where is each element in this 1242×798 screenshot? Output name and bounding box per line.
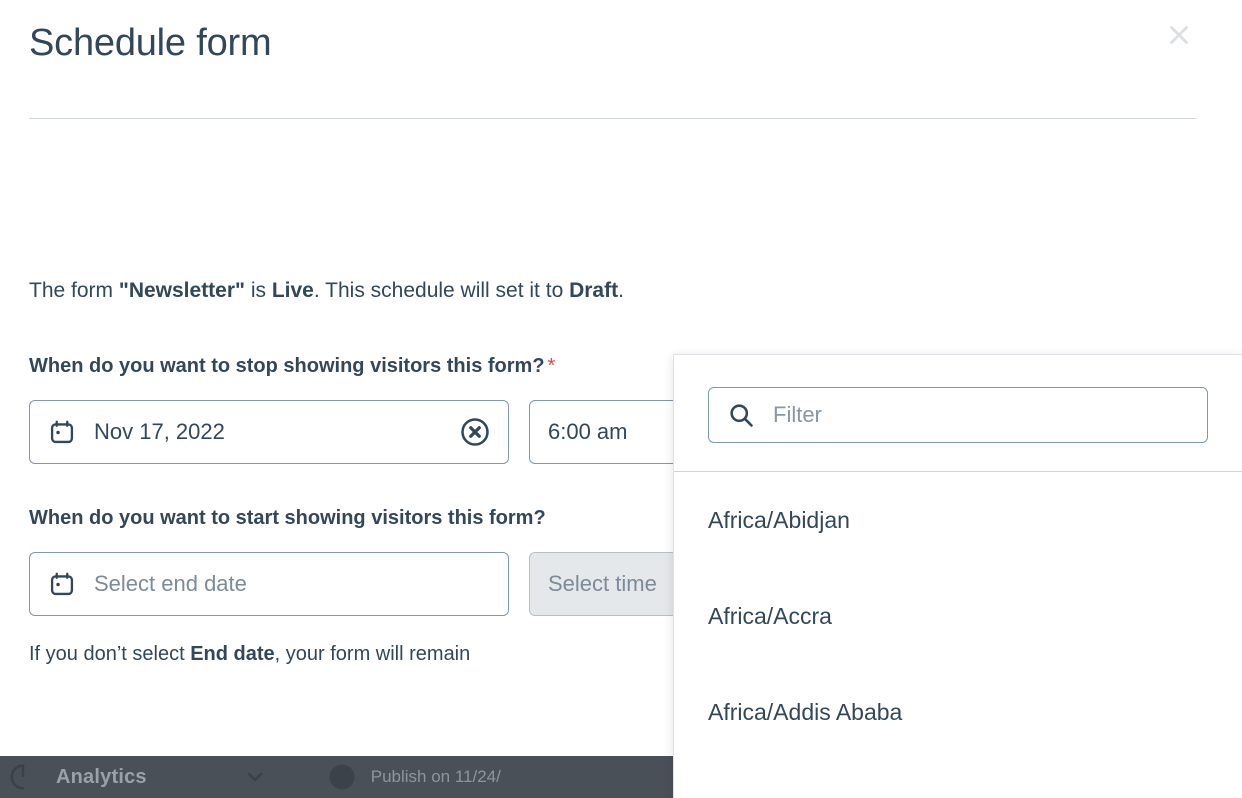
timezone-dropdown-panel: Africa/Abidjan Africa/Accra Africa/Addis… xyxy=(673,354,1242,798)
screen: Analytics Publish on 11/24/ Schedule for… xyxy=(0,0,1242,798)
timezone-option-list: Africa/Abidjan Africa/Accra Africa/Addis… xyxy=(674,472,1242,760)
header-divider xyxy=(29,118,1196,119)
intro-target-state: Draft xyxy=(569,279,618,302)
question-stop-label: When do you want to stop showing visitor… xyxy=(29,355,555,378)
filter-input-wrapper[interactable] xyxy=(708,387,1208,443)
page-title: Schedule form xyxy=(29,22,271,65)
required-marker: * xyxy=(548,355,556,377)
list-item[interactable]: Africa/Abidjan xyxy=(674,472,1242,568)
calendar-icon xyxy=(48,570,76,598)
intro-suffix: . xyxy=(618,279,624,302)
intro-prefix: The form xyxy=(29,279,119,302)
start-date-placeholder: Select end date xyxy=(94,571,247,597)
user-circle-icon xyxy=(327,762,357,792)
analytics-label: Analytics xyxy=(56,766,147,789)
intro-after-state: . This schedule will set it to xyxy=(314,279,569,302)
intro-form-name: "Newsletter" xyxy=(119,279,245,302)
calendar-icon xyxy=(48,418,76,446)
app-bottom-bar-left: Analytics xyxy=(0,762,267,792)
helper-bold: End date xyxy=(190,643,274,665)
list-item[interactable]: Africa/Addis Ababa xyxy=(674,664,1242,760)
start-date-input[interactable]: Select end date xyxy=(29,552,509,616)
publish-on-label: Publish on 11/24/ xyxy=(371,767,501,787)
close-button[interactable] xyxy=(1162,18,1196,52)
stop-time-value: 6:00 am xyxy=(548,419,628,445)
app-bottom-bar-publish: Publish on 11/24/ xyxy=(327,762,501,792)
chevron-down-icon[interactable] xyxy=(243,765,267,789)
intro-middle: is xyxy=(245,279,272,302)
question-stop-text: When do you want to stop showing visitor… xyxy=(29,355,545,377)
modal-header: Schedule form xyxy=(0,0,1242,119)
question-start-label: When do you want to start showing visito… xyxy=(29,507,546,530)
list-item[interactable]: Africa/Accra xyxy=(674,568,1242,664)
filter-input[interactable] xyxy=(771,401,1189,429)
helper-prefix: If you don’t select xyxy=(29,643,190,665)
search-icon xyxy=(727,401,755,429)
end-date-helper-text: If you don’t select End date, your form … xyxy=(29,643,470,666)
close-icon xyxy=(1164,20,1194,50)
analytics-power-icon xyxy=(8,762,38,792)
clear-circle-x-icon xyxy=(460,417,490,447)
stop-date-input[interactable]: Nov 17, 2022 xyxy=(29,400,509,464)
helper-suffix: , your form will remain xyxy=(275,643,471,665)
intro-text: The form "Newsletter" is Live. This sche… xyxy=(29,277,624,305)
intro-current-state: Live xyxy=(272,279,314,302)
start-showing-field-row: Select end date Select time xyxy=(29,552,769,616)
stop-date-clear-button[interactable] xyxy=(460,417,490,447)
dropdown-search-area xyxy=(674,355,1242,471)
stop-date-value: Nov 17, 2022 xyxy=(94,419,225,445)
start-time-placeholder: Select time xyxy=(548,571,657,597)
